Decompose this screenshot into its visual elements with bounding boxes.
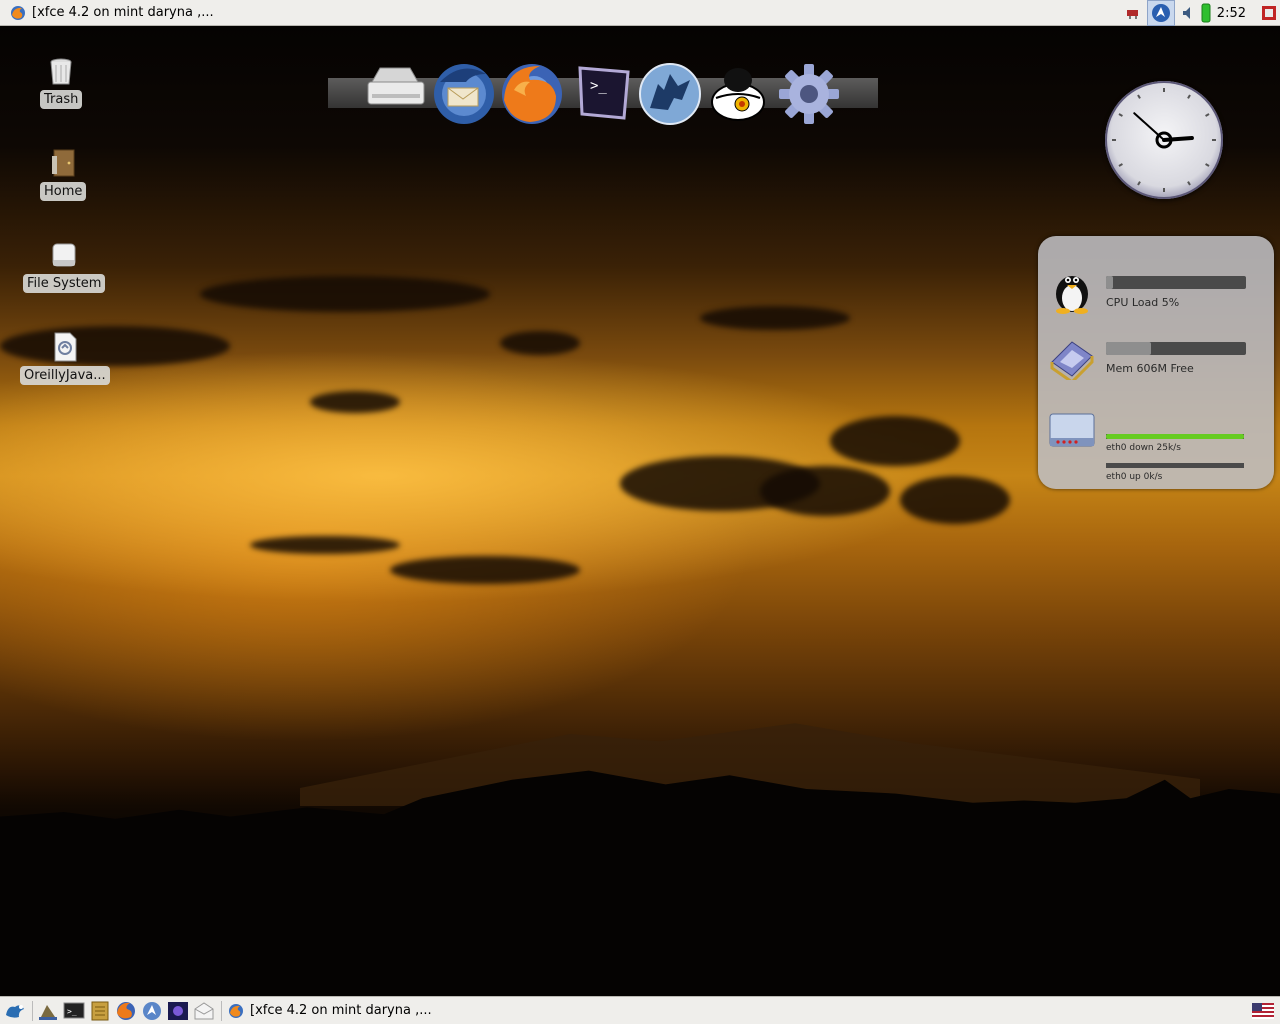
dock-thunderbird[interactable]	[432, 60, 496, 126]
clock-tick	[1137, 94, 1141, 99]
desktop-icon-label: Home	[40, 182, 87, 201]
wallpaper-cloud	[900, 476, 1010, 524]
clock-tick	[1205, 163, 1210, 167]
clock-face	[1112, 88, 1216, 192]
clock-hour-hand	[1162, 136, 1194, 142]
bottom-panel: >_ [xfce 4.2 on mint daryna ,...	[0, 996, 1280, 1024]
trash-icon	[50, 58, 72, 85]
wallpaper-cloud	[760, 466, 890, 516]
home-folder-icon	[52, 149, 75, 177]
terminal-icon: >_	[578, 66, 630, 120]
thunderbird-icon	[434, 64, 494, 124]
system-tray: 2:52	[1125, 0, 1280, 26]
dock-settings[interactable]	[776, 60, 840, 126]
desktop-icon-document[interactable]: OreillyJava...	[20, 332, 110, 385]
taskbar-window-button[interactable]: [xfce 4.2 on mint daryna ,...	[228, 1003, 432, 1019]
panel-separator	[32, 1000, 33, 1021]
desktop-icon-trash[interactable]: Trash	[40, 56, 83, 109]
tux-penguin-icon	[1056, 276, 1088, 314]
power-icon[interactable]	[1260, 4, 1278, 22]
analog-clock	[1105, 81, 1223, 199]
xfce-menu-icon[interactable]	[4, 1001, 26, 1021]
wallpaper-cloud	[250, 536, 400, 554]
cpu-load-fill	[1106, 276, 1113, 289]
net-down-label: eth0 down 25k/s	[1106, 443, 1181, 453]
memory-chip-icon	[1050, 341, 1094, 380]
net-down-bar	[1106, 434, 1244, 439]
wallpaper-cloud	[500, 331, 580, 355]
desktop-icon[interactable]	[37, 1001, 59, 1021]
desktop-icon-label: OreillyJava...	[20, 366, 110, 385]
desktop-icon-home[interactable]: Home	[40, 148, 87, 201]
desktop[interactable]: Trash Home File System OreillyJava... >_…	[0, 26, 1280, 996]
volume-icon[interactable]	[1181, 5, 1195, 21]
cpu-load-bar	[1106, 276, 1246, 289]
drive-launcher-icon	[367, 67, 425, 105]
dock-drive-launcher[interactable]	[362, 60, 426, 126]
desktop-icon-label: File System	[23, 274, 106, 293]
dock-pidgin[interactable]	[706, 60, 770, 126]
file-manager-icon[interactable]	[89, 1001, 111, 1021]
network-card-icon	[1049, 413, 1095, 447]
firefox-icon	[502, 64, 562, 124]
desktop-icon-label: Trash	[40, 90, 83, 109]
wallpaper-cloud	[310, 391, 400, 413]
firefox-small-icon	[229, 1003, 243, 1018]
cpu-load-label: CPU Load 5%	[1106, 296, 1180, 309]
svg-text:>_: >_	[590, 78, 607, 94]
panel-clock[interactable]: 2:52	[1217, 6, 1246, 21]
network-icon[interactable]	[1125, 5, 1141, 21]
wallpaper-cloud	[200, 276, 490, 312]
notes-icon[interactable]	[193, 1001, 215, 1021]
net-up-label: eth0 up 0k/s	[1106, 472, 1163, 482]
clock-tick	[1187, 181, 1191, 186]
dock-amarok[interactable]	[638, 60, 702, 126]
clock-tick	[1205, 113, 1210, 117]
system-monitor-widget: CPU Load 5% Mem 606M Free eth0 down 25k/…	[1038, 236, 1274, 489]
document-icon	[54, 332, 77, 362]
taskbar-window-title: [xfce 4.2 on mint daryna ,...	[250, 1003, 432, 1018]
net-down-fill	[1106, 434, 1244, 439]
mail-icon[interactable]	[167, 1001, 189, 1021]
dock-terminal[interactable]: >_	[572, 60, 636, 126]
top-panel: [xfce 4.2 on mint daryna ,... 2:52	[0, 0, 1280, 26]
browser-icon[interactable]	[141, 1001, 163, 1021]
net-up-bar	[1106, 463, 1244, 468]
window-button[interactable]: [xfce 4.2 on mint daryna ,...	[10, 5, 214, 21]
memory-bar	[1106, 342, 1246, 355]
dock-firefox[interactable]	[500, 60, 564, 126]
clock-tick	[1118, 163, 1123, 167]
desktop-icon-file-system[interactable]: File System	[23, 240, 106, 293]
terminal-icon[interactable]: >_	[63, 1001, 85, 1021]
svg-text:>_: >_	[67, 1007, 77, 1016]
battery-icon[interactable]	[1201, 3, 1211, 23]
firefox-icon[interactable]	[115, 1001, 137, 1021]
memory-fill	[1106, 342, 1151, 355]
us-flag-icon[interactable]	[1252, 1003, 1274, 1019]
drive-icon	[52, 243, 76, 267]
amarok-icon	[639, 63, 701, 125]
window-title: [xfce 4.2 on mint daryna ,...	[32, 5, 214, 20]
memory-label: Mem 606M Free	[1106, 362, 1194, 375]
settings-gear-icon	[779, 64, 839, 124]
wallpaper-cloud	[700, 306, 850, 330]
wallpaper-cloud	[830, 416, 960, 466]
clock-tick	[1118, 113, 1123, 117]
clock-tick	[1187, 94, 1191, 99]
firefox-small-icon	[11, 5, 25, 20]
browser-tray-icon[interactable]	[1146, 0, 1175, 26]
wallpaper-cloud	[390, 556, 580, 584]
pidgin-icon	[711, 68, 765, 121]
clock-tick	[1137, 181, 1141, 186]
panel-separator	[221, 1000, 222, 1021]
